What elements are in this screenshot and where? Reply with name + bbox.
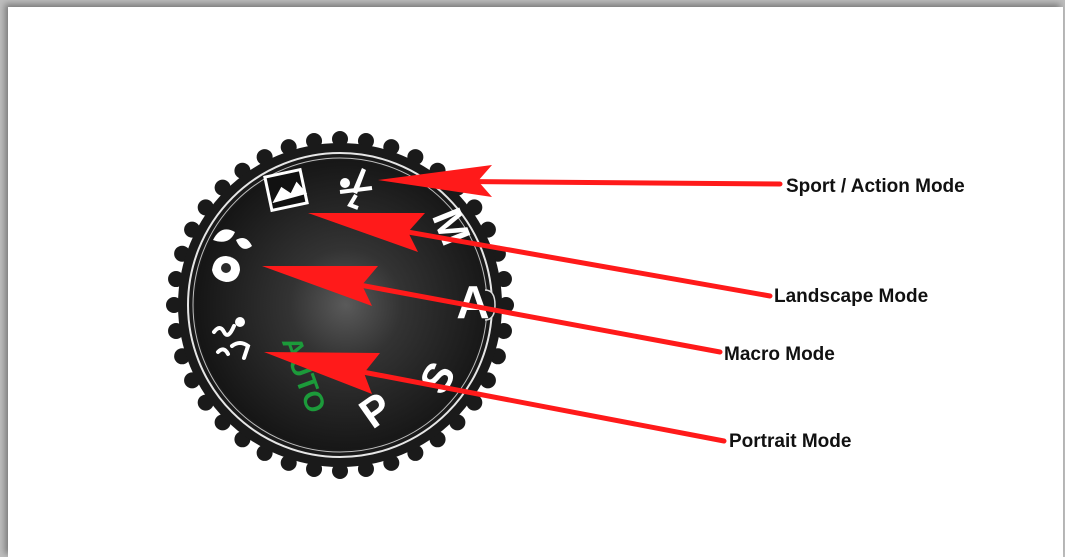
dial-face xyxy=(195,160,485,450)
landscape-mode-icon xyxy=(263,167,309,213)
sport-mode-label: Sport / Action Mode xyxy=(786,176,965,197)
landscape-mode-label: Landscape Mode xyxy=(774,286,929,307)
macro-mode-label: Macro Mode xyxy=(724,344,835,365)
mode-dial-diagram: M A S P AUTO xyxy=(166,131,783,479)
portrait-mode-label: Portrait Mode xyxy=(729,431,852,452)
